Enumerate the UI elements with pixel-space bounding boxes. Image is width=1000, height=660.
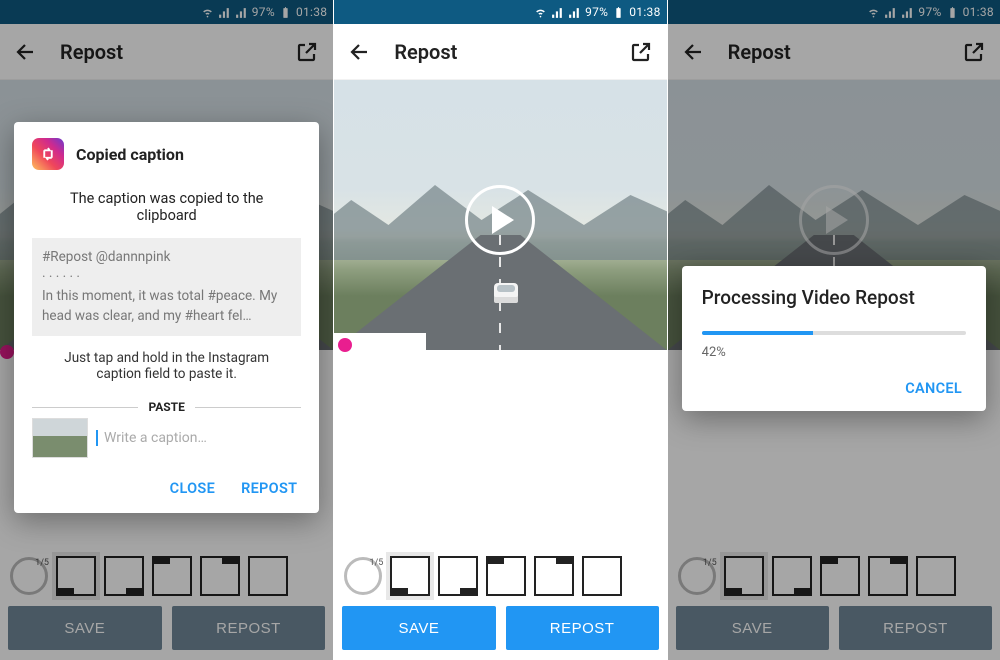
save-button[interactable]: SAVE — [342, 606, 495, 650]
watermark-opt-none[interactable] — [248, 556, 288, 596]
progress-bar — [702, 331, 966, 335]
battery-icon — [946, 6, 959, 19]
app-bar: Repost — [0, 24, 333, 80]
watermark-badge — [334, 333, 426, 357]
wifi-icon — [534, 6, 547, 19]
save-button[interactable]: SAVE — [676, 606, 829, 650]
watermark-opt-tl[interactable] — [486, 556, 526, 596]
paste-hint: Just tap and hold in the Instagram capti… — [50, 350, 283, 382]
watermark-opt-tr[interactable] — [534, 556, 574, 596]
signal-icon — [568, 6, 581, 19]
back-icon[interactable] — [14, 40, 38, 64]
play-icon — [799, 185, 869, 255]
cancel-button[interactable]: CANCEL — [905, 380, 962, 397]
progress-percent: 42% — [702, 345, 966, 360]
watermark-opt-bl[interactable] — [56, 556, 96, 596]
copied-caption-preview: #Repost @dannnpink · · · · · · In this m… — [32, 238, 301, 336]
watermark-opt-br[interactable] — [772, 556, 812, 596]
processing-dialog: Processing Video Repost 42% CANCEL — [682, 266, 986, 411]
bottom-toolbar: 1/5 SAVE REPOST — [0, 544, 333, 660]
pager-circle[interactable]: 1/5 — [678, 557, 716, 595]
dialog-title: Processing Video Repost — [702, 286, 966, 309]
battery-percent: 97% — [585, 5, 608, 19]
status-bar: 97% 01:38 — [668, 0, 1000, 24]
save-button[interactable]: SAVE — [8, 606, 162, 650]
repost-button[interactable]: REPOST — [506, 606, 659, 650]
close-button[interactable]: CLOSE — [170, 480, 215, 497]
watermark-opt-br[interactable] — [438, 556, 478, 596]
battery-icon — [279, 6, 292, 19]
watermark-opt-tr[interactable] — [868, 556, 908, 596]
bottom-toolbar: 1/5 SAVE REPOST — [334, 544, 666, 660]
watermark-opt-tr[interactable] — [200, 556, 240, 596]
pager-circle[interactable]: 1/5 — [344, 557, 382, 595]
watermark-opt-br[interactable] — [104, 556, 144, 596]
watermark-opt-tl[interactable] — [820, 556, 860, 596]
screen-processing: 97% 01:38 Repost 1/5 SAVE REPOST Process… — [667, 0, 1000, 660]
car — [494, 283, 518, 303]
watermark-opt-tl[interactable] — [152, 556, 192, 596]
open-external-icon[interactable] — [295, 40, 319, 64]
open-external-icon[interactable] — [629, 40, 653, 64]
status-bar: 97% 01:38 — [0, 0, 333, 24]
watermark-opt-bl[interactable] — [390, 556, 430, 596]
back-icon[interactable] — [682, 40, 706, 64]
caption-thumb — [32, 418, 88, 458]
caption-input[interactable]: Write a caption… — [96, 430, 207, 446]
progress-fill — [702, 331, 813, 335]
dialog-repost-button[interactable]: REPOST — [241, 480, 297, 497]
clock: 01:38 — [296, 5, 327, 19]
watermark-opt-none[interactable] — [916, 556, 956, 596]
page-title: Repost — [394, 40, 606, 64]
page-title: Repost — [60, 40, 273, 64]
play-icon[interactable] — [465, 185, 535, 255]
pager-circle[interactable]: 1/5 — [10, 557, 48, 595]
watermark-dot — [0, 345, 14, 359]
battery-percent: 97% — [252, 5, 275, 19]
wifi-icon — [867, 6, 880, 19]
clock: 01:38 — [963, 5, 994, 19]
battery-icon — [612, 6, 625, 19]
bottom-toolbar: 1/5 SAVE REPOST — [668, 544, 1000, 660]
watermark-opt-bl[interactable] — [724, 556, 764, 596]
app-logo-icon — [32, 138, 64, 170]
dialog-title: Copied caption — [76, 145, 184, 164]
wifi-icon — [201, 6, 214, 19]
signal-icon — [884, 6, 897, 19]
signal-icon — [235, 6, 248, 19]
app-bar: Repost — [334, 24, 666, 80]
signal-icon — [218, 6, 231, 19]
page-title: Repost — [728, 40, 940, 64]
copied-caption-dialog: Copied caption The caption was copied to… — [14, 122, 319, 513]
repost-button[interactable]: REPOST — [172, 606, 326, 650]
watermark-opt-none[interactable] — [582, 556, 622, 596]
signal-icon — [901, 6, 914, 19]
clock: 01:38 — [629, 5, 660, 19]
repost-button[interactable]: REPOST — [839, 606, 992, 650]
screen-copied-caption: 97% 01:38 Repost 1/5 SAVE REPOST — [0, 0, 333, 660]
status-bar: 97% 01:38 — [334, 0, 666, 24]
open-external-icon[interactable] — [962, 40, 986, 64]
screen-repost-editor: 97% 01:38 Repost 1/5 SAVE REPOST — [333, 0, 666, 660]
dialog-message: The caption was copied to the clipboard — [46, 190, 287, 224]
back-icon[interactable] — [348, 40, 372, 64]
app-bar: Repost — [668, 24, 1000, 80]
battery-percent: 97% — [918, 5, 941, 19]
paste-divider: PASTE — [32, 400, 301, 414]
signal-icon — [551, 6, 564, 19]
